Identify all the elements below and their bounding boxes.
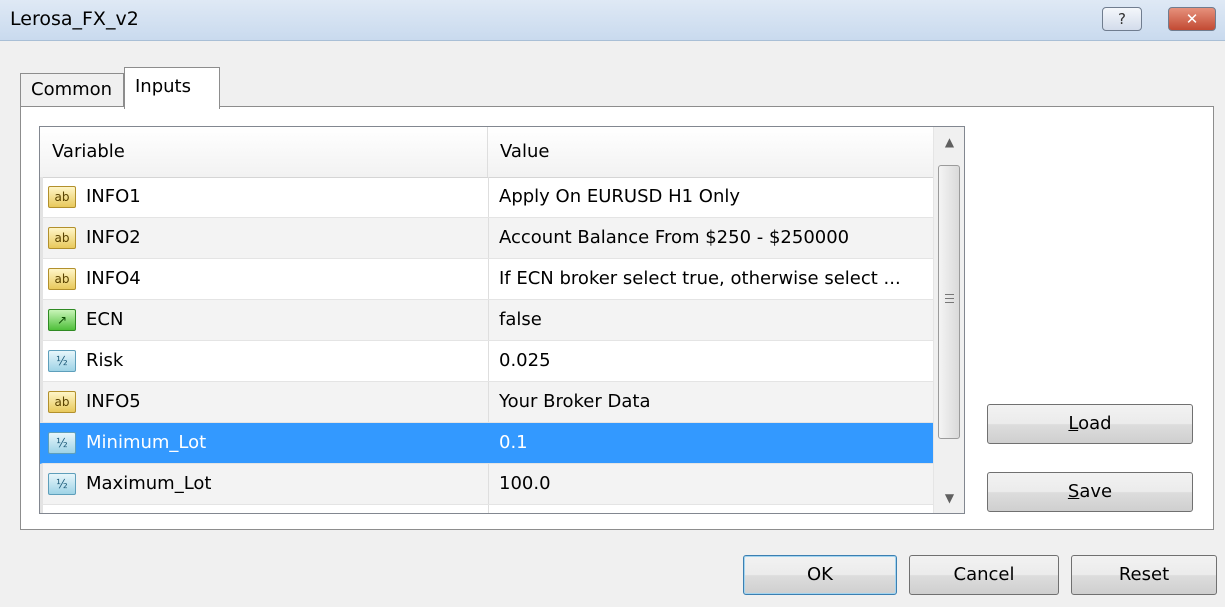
title-bar: Lerosa_FX_v2 ? ✕ bbox=[0, 0, 1225, 41]
load-label: oad bbox=[1078, 413, 1112, 434]
column-divider bbox=[488, 382, 489, 422]
table-row[interactable]: ½Lot_Increment0.01 bbox=[40, 505, 934, 513]
scrollbar-thumb[interactable] bbox=[938, 165, 960, 439]
table-row[interactable]: ab INFO4 If ECN broker select true, otherw… bbox=[40, 259, 933, 300]
column-header-value[interactable]: Value bbox=[488, 127, 935, 177]
ok-button[interactable]: OK bbox=[743, 555, 897, 595]
double-icon: ½ bbox=[48, 350, 76, 372]
table-row[interactable]: ½ Minimum_Lot 0.1 bbox=[40, 423, 933, 464]
column-header-variable[interactable]: Variable bbox=[40, 127, 488, 177]
tab-inputs[interactable]: Inputs bbox=[124, 67, 220, 109]
table-body: ab INFO1 Apply On EURUSD H1 Only ab INFO2 Acc… bbox=[40, 177, 935, 513]
inputs-table[interactable]: Variable Value ab INFO1 Apply On EURUSD H1… bbox=[39, 126, 965, 514]
window-title: Lerosa_FX_v2 bbox=[10, 8, 139, 30]
string-icon: ab bbox=[48, 186, 76, 208]
table-row[interactable]: ab INFO5 Your Broker Data bbox=[40, 382, 933, 423]
value-cell[interactable]: Your Broker Data bbox=[499, 382, 934, 422]
save-button[interactable]: Save bbox=[987, 472, 1193, 512]
value-cell[interactable]: false bbox=[499, 300, 934, 340]
table-row[interactable]: ↗ ECN false bbox=[40, 300, 933, 341]
grip-icon bbox=[945, 294, 954, 306]
variable-cell: INFO5 bbox=[86, 391, 141, 412]
column-divider bbox=[488, 300, 489, 340]
load-button[interactable]: Load bbox=[987, 404, 1193, 444]
variable-cell: Minimum_Lot bbox=[86, 432, 207, 453]
variable-cell: Risk bbox=[86, 350, 124, 371]
column-divider bbox=[488, 341, 489, 381]
scroll-up-icon[interactable]: ▲ bbox=[934, 127, 964, 157]
variable-cell: ECN bbox=[86, 309, 124, 330]
close-button[interactable]: ✕ bbox=[1168, 7, 1216, 31]
variable-cell: Lot_Increment bbox=[86, 505, 215, 513]
value-cell[interactable]: Apply On EURUSD H1 Only bbox=[499, 177, 934, 217]
column-divider bbox=[488, 259, 489, 299]
bool-icon: ↗ bbox=[48, 309, 76, 331]
reset-button[interactable]: Reset bbox=[1071, 555, 1217, 595]
value-cell[interactable]: 0.1 bbox=[499, 423, 934, 463]
column-divider bbox=[488, 423, 489, 463]
table-row[interactable]: ½ Risk 0.025 bbox=[40, 341, 933, 382]
table-row[interactable]: ½ Maximum_Lot 100.0 bbox=[40, 464, 933, 505]
vertical-scrollbar[interactable]: ▲ ▼ bbox=[933, 127, 964, 513]
help-icon: ? bbox=[1118, 10, 1126, 28]
variable-cell: Maximum_Lot bbox=[86, 473, 212, 494]
double-icon: ½ bbox=[48, 432, 76, 454]
string-icon: ab bbox=[48, 268, 76, 290]
tab-common[interactable]: Common bbox=[20, 73, 124, 107]
value-cell[interactable]: 0.025 bbox=[499, 341, 934, 381]
column-divider bbox=[488, 177, 489, 217]
column-divider bbox=[488, 218, 489, 258]
scroll-down-icon[interactable]: ▼ bbox=[934, 483, 964, 513]
help-button[interactable]: ? bbox=[1102, 7, 1142, 31]
value-cell[interactable]: If ECN broker select true, otherwise sel… bbox=[499, 259, 934, 299]
close-icon: ✕ bbox=[1185, 10, 1199, 28]
value-cell[interactable]: 0.01 bbox=[499, 505, 934, 513]
save-accelerator: S bbox=[1067, 481, 1080, 502]
variable-cell: INFO1 bbox=[86, 186, 141, 207]
table-row[interactable]: ab INFO1 Apply On EURUSD H1 Only bbox=[40, 177, 933, 218]
value-cell[interactable]: 100.0 bbox=[499, 464, 934, 504]
variable-cell: INFO2 bbox=[86, 227, 141, 248]
table-header: Variable Value bbox=[40, 127, 935, 178]
save-label: ave bbox=[1079, 481, 1113, 502]
load-accelerator: L bbox=[1068, 413, 1079, 434]
column-divider bbox=[488, 505, 489, 513]
cancel-button[interactable]: Cancel bbox=[909, 555, 1059, 595]
string-icon: ab bbox=[48, 227, 76, 249]
column-divider bbox=[488, 464, 489, 504]
value-cell[interactable]: Account Balance From $250 - $250000 bbox=[499, 218, 934, 258]
table-row[interactable]: ab INFO2 Account Balance From $250 - $2500… bbox=[40, 218, 933, 259]
variable-cell: INFO4 bbox=[86, 268, 141, 289]
string-icon: ab bbox=[48, 391, 76, 413]
double-icon: ½ bbox=[48, 473, 76, 495]
